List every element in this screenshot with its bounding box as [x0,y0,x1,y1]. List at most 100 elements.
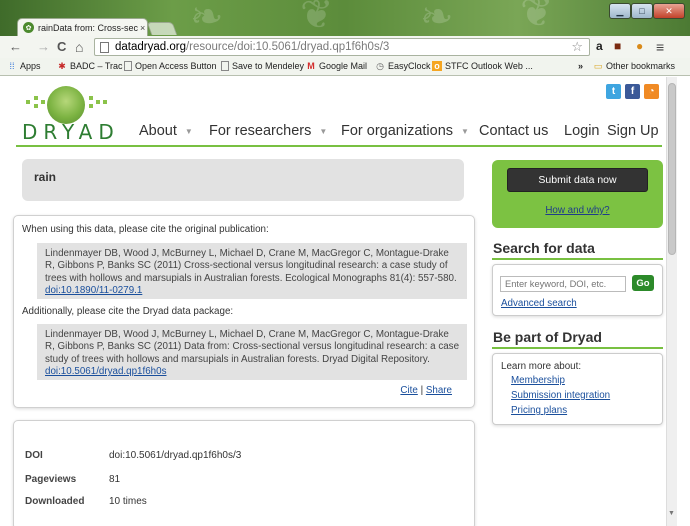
scrollbar-thumb[interactable] [668,83,676,255]
search-heading-rule [492,258,663,260]
bookmark-open-access[interactable]: Open Access Button [124,61,217,71]
be-part-heading-rule [492,347,663,349]
address-bar[interactable]: datadryad.org/resource/doi:10.5061/dryad… [94,38,590,56]
stat-value: 81 [109,474,121,485]
gmail-icon: M [307,61,315,71]
advanced-search-link[interactable]: Advanced search [501,298,577,309]
dataset-title: rain [22,159,464,201]
bookmark-label: STFC Outlook Web ... [445,61,533,71]
how-and-why-link[interactable]: How and why? [492,205,663,216]
bookmark-label: BADC – Trac [70,61,123,71]
rss-icon[interactable]: ◔ [644,84,659,99]
be-part-heading: Be part of Dryad [493,329,602,345]
window-minimize-button[interactable]: ▁ [609,3,631,19]
bookmark-star-icon[interactable]: ☆ [571,39,583,55]
nav-about[interactable]: About ▼ [139,123,193,139]
page-icon [100,41,109,53]
share-link[interactable]: Share [426,385,452,396]
reload-button[interactable]: C [57,39,66,54]
link-separator: | [420,385,424,396]
citation-panel: When using this data, please cite the or… [13,215,475,408]
trac-icon: ✱ [58,61,66,71]
bookmark-easyclock[interactable]: ◷ EasyClock [375,61,431,71]
dryad-favicon-icon: ✿ [23,22,34,33]
nav-label: For organizations [341,123,454,139]
theme-leaf-decoration: ❦ [520,0,554,36]
chevron-down-icon: ▼ [184,126,193,136]
bookmark-badc-trac[interactable]: ✱ BADC – Trac [57,61,123,71]
facebook-icon[interactable]: f [625,84,640,99]
logo-dot [34,104,38,108]
maximize-icon: □ [639,6,645,16]
theme-leaf-decoration: ❧ [190,0,224,40]
cite-link[interactable]: Cite [400,385,417,396]
page-icon [221,61,229,71]
browser-tab-active[interactable]: ✿ rainData from: Cross-secti × [17,18,148,36]
package-citation-text: Lindenmayer DB, Wood J, McBurney L, Mich… [45,329,460,365]
submit-data-panel: Submit data now How and why? [492,160,663,228]
nav-divider [16,145,662,147]
submit-data-button[interactable]: Submit data now [507,168,648,192]
minimize-icon: ▁ [616,5,624,16]
bookmarks-overflow-button[interactable]: » [578,61,583,71]
nav-login[interactable]: Login [564,123,599,139]
logo-dot [26,100,30,104]
forward-button[interactable]: → [37,39,50,54]
bookmark-label: EasyClock [388,61,431,71]
menu-icon[interactable]: ≡ [656,39,664,55]
stat-label: DOI [25,450,43,461]
tab-close-icon[interactable]: × [140,23,145,33]
chevron-down-icon: ▼ [461,126,469,136]
back-button[interactable]: ← [9,39,22,54]
window-frame-edge [677,77,690,526]
page-icon [124,61,132,71]
url-path: /resource/doi:10.5061/dryad.qp1f6h0s/3 [185,41,390,53]
nav-for-organizations[interactable]: For organizations ▼ [341,123,469,139]
search-panel: Go Advanced search [492,264,663,316]
stat-label: Pageviews [25,474,77,485]
nav-for-researchers[interactable]: For researchers ▼ [209,123,327,139]
nav-sign-up[interactable]: Sign Up [607,123,659,139]
amazon-extension-icon[interactable]: a [596,39,603,53]
new-tab-button[interactable] [146,22,178,35]
clock-icon: ◷ [376,61,384,71]
other-bookmarks[interactable]: ▭ Other bookmarks [593,61,675,71]
cite-share-actions: Cite | Share [400,385,452,396]
search-go-button[interactable]: Go [632,275,654,291]
logo-dot [89,96,93,100]
stat-value: doi:10.5061/dryad.qp1f6h0s/3 [109,450,242,461]
bookmark-stfc-outlook[interactable]: o STFC Outlook Web ... [432,61,533,71]
theme-leaf-decoration: ❦ [300,0,334,38]
bookmarks-bar: ⁞⁞ Apps ✱ BADC – Trac Open Access Button S… [0,58,690,76]
extension-icon[interactable]: ■ [614,39,621,53]
stat-value: 10 times [109,496,147,507]
scroll-down-arrow-icon[interactable]: ▼ [668,510,675,517]
publication-doi-link[interactable]: doi:10.1890/11-0279.1 [45,285,142,296]
publication-citation-text: Lindenmayer DB, Wood J, McBurney L, Mich… [45,248,457,284]
tab-title: rainData from: Cross-secti [38,22,138,33]
learn-more-label: Learn more about: [501,361,582,372]
package-doi-link[interactable]: doi:10.5061/dryad.qp1f6h0s [45,366,166,377]
bookmark-label: Save to Mendeley [232,61,305,71]
bookmark-mendeley[interactable]: Save to Mendeley [221,61,304,71]
logo-dot [89,104,93,108]
bookmark-label: Open Access Button [135,61,217,71]
be-part-panel: Learn more about: Membership Submission … [492,353,663,425]
search-heading: Search for data [493,240,595,256]
bookmark-apps[interactable]: ⁞⁞ Apps [7,61,40,71]
window-close-button[interactable]: ✕ [653,3,685,19]
home-button[interactable]: ⌂ [75,39,83,55]
search-input[interactable] [500,276,626,292]
page-scrollbar[interactable]: ▼ [666,77,677,526]
submission-integration-link[interactable]: Submission integration [511,390,610,401]
nav-contact-us[interactable]: Contact us [479,123,548,139]
other-bookmarks-label: Other bookmarks [606,61,676,71]
outlook-icon: o [432,61,442,71]
pricing-plans-link[interactable]: Pricing plans [511,405,567,416]
twitter-icon[interactable]: t [606,84,621,99]
window-maximize-button[interactable]: □ [631,3,653,19]
logo-dot [103,100,107,104]
bookmark-gmail[interactable]: M Google Mail [306,61,367,71]
membership-link[interactable]: Membership [511,375,565,386]
extension-icon[interactable]: ● [636,39,643,53]
